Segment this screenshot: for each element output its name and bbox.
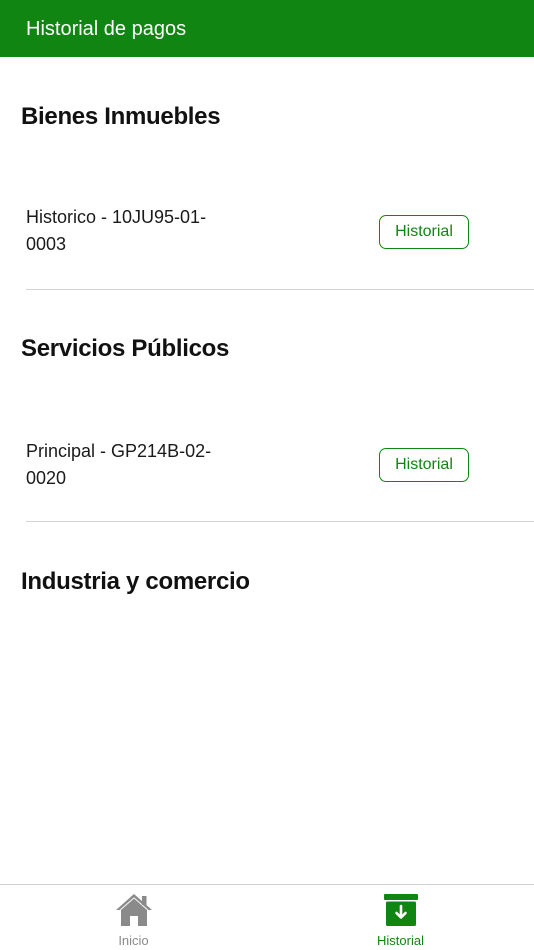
list-item-label: Principal - GP214B-02-0020: [26, 441, 212, 488]
divider: [26, 289, 534, 290]
bottom-navigation: Inicio Historial: [0, 884, 534, 950]
section-title-servicios-publicos: Servicios Públicos: [21, 335, 230, 362]
section-title-industria-comercio: Industria y comercio: [21, 568, 250, 595]
nav-item-historial[interactable]: Historial: [267, 885, 534, 950]
home-icon: [115, 893, 153, 932]
nav-label-inicio: Inicio: [118, 933, 149, 948]
list-item-label: Historico - 10JU95-01-0003: [26, 207, 207, 254]
divider: [26, 521, 534, 522]
page-title: Historial de pagos: [26, 18, 187, 40]
historial-button[interactable]: Historial: [379, 215, 469, 249]
nav-item-inicio[interactable]: Inicio: [0, 885, 267, 950]
nav-label-historial: Historial: [377, 933, 424, 948]
archive-download-icon: [383, 893, 419, 932]
historial-button[interactable]: Historial: [379, 448, 469, 482]
app-header: Historial de pagos: [0, 0, 534, 57]
section-title-bienes-inmuebles: Bienes Inmuebles: [21, 103, 221, 130]
app-root: Historial de pagos Bienes Inmuebles Hist…: [0, 0, 534, 950]
